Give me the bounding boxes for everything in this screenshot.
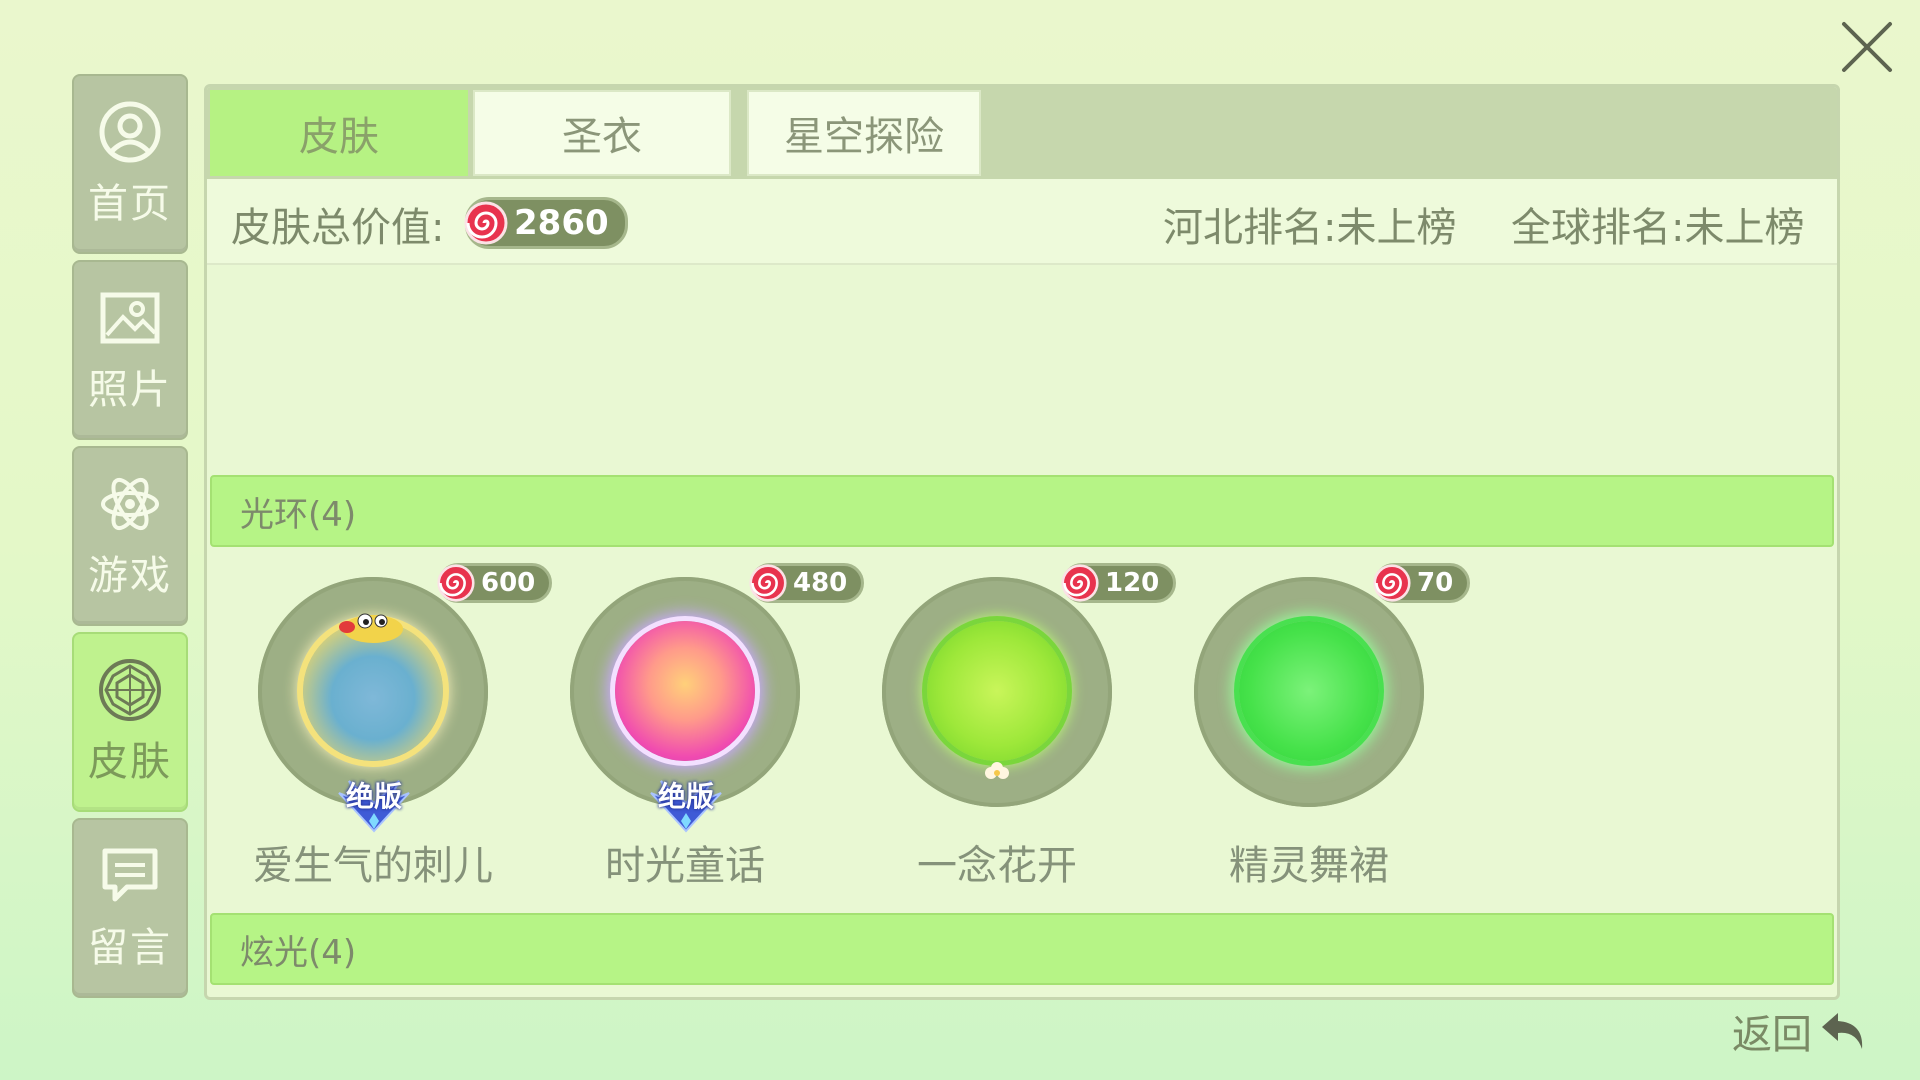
price-badge: 120	[1061, 563, 1177, 603]
candy-coin-icon	[1061, 564, 1099, 602]
item-price: 120	[1105, 568, 1160, 598]
message-icon	[102, 848, 158, 902]
sidebar-item-label: 皮肤	[88, 739, 172, 785]
item-name: 精灵舞裙	[1229, 843, 1389, 889]
total-value: 2860	[514, 203, 609, 243]
sidebar-item-games[interactable]: 游戏	[72, 446, 188, 626]
sidebar-item-skins[interactable]: 皮肤	[72, 632, 188, 812]
item-name: 时光童话	[605, 843, 765, 889]
price-badge: 600	[437, 563, 553, 603]
halo-item[interactable]: 120 一念花开	[877, 563, 1177, 905]
halo-item[interactable]: 480 绝版 时光童话	[565, 563, 865, 905]
back-button[interactable]: 返回	[1732, 1002, 1872, 1060]
photo-icon	[100, 292, 160, 344]
sidebar-item-messages[interactable]: 留言	[72, 818, 188, 998]
price-badge: 70	[1373, 563, 1471, 603]
close-icon	[1842, 22, 1892, 72]
total-value-badge: 2860	[464, 197, 628, 249]
skin-stats-row: 皮肤总价值: 2860 河北排名:未上榜 全球排名:未上榜	[207, 179, 1837, 265]
back-label: 返回	[1732, 1012, 1812, 1058]
tab-skins[interactable]: 皮肤	[210, 90, 468, 176]
sidebar-item-home[interactable]: 首页	[72, 74, 188, 254]
candy-coin-icon	[1373, 564, 1411, 602]
sidebar-item-label: 留言	[88, 925, 172, 971]
province-rank: 河北排名:未上榜	[1163, 205, 1457, 251]
pufferfish-icon	[339, 613, 403, 643]
badge-label: 绝版	[345, 780, 402, 813]
item-name: 爱生气的刺儿	[253, 843, 493, 889]
return-arrow-icon	[1822, 1013, 1863, 1049]
global-rank: 全球排名:未上榜	[1511, 205, 1805, 251]
total-value-label: 皮肤总价值:	[231, 205, 445, 251]
section-title: 光环(4)	[240, 494, 357, 535]
tab-armor[interactable]: 圣衣	[473, 90, 731, 176]
sidebar: 首页 照片 游戏 皮肤 留言	[72, 74, 188, 1004]
halo-section-header[interactable]: 光环(4)	[210, 475, 1834, 547]
item-price: 70	[1417, 568, 1454, 598]
candy-coin-icon	[437, 564, 475, 602]
item-name: 一念花开	[917, 843, 1077, 889]
glow-section-header[interactable]: 炫光(4)	[210, 913, 1834, 985]
skins-panel: 皮肤 圣衣 星空探险 皮肤总价值: 2860 河北排名:未上榜 全球排名:未上榜…	[204, 84, 1840, 1000]
halo-preview	[1239, 621, 1379, 761]
halo-preview	[927, 621, 1067, 761]
limited-edition-badge: 绝版	[319, 773, 429, 833]
item-price: 480	[793, 568, 848, 598]
tab-bar: 皮肤 圣衣 星空探险	[207, 87, 1837, 179]
limited-edition-badge: 绝版	[631, 773, 741, 833]
user-circle-icon	[99, 101, 161, 163]
sidebar-item-photos[interactable]: 照片	[72, 260, 188, 440]
tab-starry-adventure[interactable]: 星空探险	[747, 90, 981, 176]
candy-coin-icon	[464, 201, 508, 245]
sidebar-item-label: 游戏	[88, 553, 172, 599]
sidebar-item-label: 照片	[88, 367, 172, 413]
item-price: 600	[481, 568, 536, 598]
candy-coin-icon	[749, 564, 787, 602]
flower-icon	[985, 762, 1009, 779]
close-button[interactable]	[1840, 20, 1894, 74]
atom-icon	[101, 477, 159, 531]
price-badge: 480	[749, 563, 865, 603]
halo-item[interactable]: 600 绝版 爱生气的刺儿	[253, 563, 553, 905]
sidebar-item-label: 首页	[88, 181, 172, 227]
gem-icon	[99, 659, 161, 721]
section-title: 炫光(4)	[240, 932, 357, 973]
badge-label: 绝版	[657, 780, 714, 813]
halo-preview	[615, 621, 755, 761]
halo-item[interactable]: 70 精灵舞裙	[1189, 563, 1471, 905]
